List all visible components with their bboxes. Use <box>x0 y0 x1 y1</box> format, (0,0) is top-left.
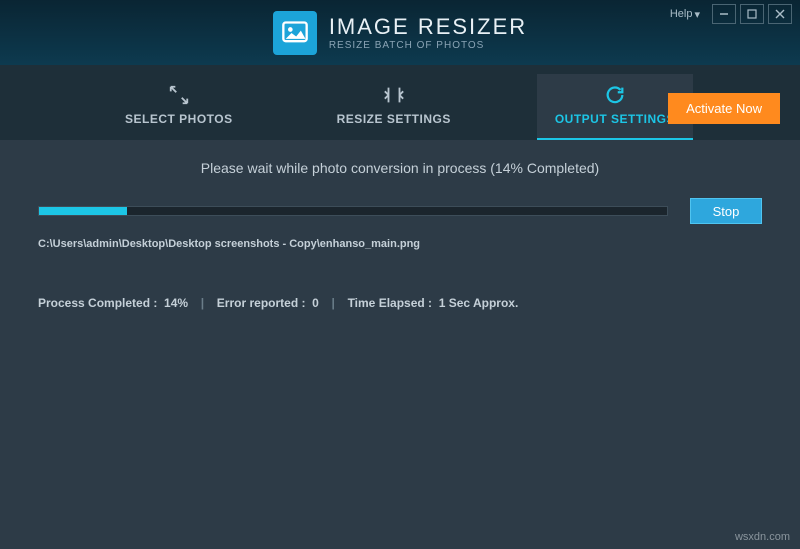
process-completed-value: 14% <box>164 296 188 310</box>
tab-select-photos[interactable]: SELECT PHOTOS <box>107 74 251 140</box>
error-reported-value: 0 <box>312 296 319 310</box>
minimize-icon <box>719 9 729 19</box>
close-icon <box>775 9 785 19</box>
stop-button[interactable]: Stop <box>690 198 762 224</box>
tabs: SELECT PHOTOS RESIZE SETTINGS OUTPUT SET… <box>107 74 693 140</box>
refresh-icon <box>604 84 626 106</box>
time-elapsed-label: Time Elapsed : <box>348 296 432 310</box>
progress-status-text: Please wait while photo conversion in pr… <box>38 160 762 176</box>
error-reported-label: Error reported : <box>217 296 306 310</box>
close-button[interactable] <box>768 4 792 24</box>
tab-label: RESIZE SETTINGS <box>337 112 451 126</box>
tab-label: SELECT PHOTOS <box>125 112 233 126</box>
app-logo <box>273 11 317 55</box>
chevron-down-icon: ▾ <box>694 8 700 21</box>
tab-bar: SELECT PHOTOS RESIZE SETTINGS OUTPUT SET… <box>0 65 800 140</box>
separator: | <box>197 296 207 310</box>
brand-text: IMAGE RESIZER RESIZE BATCH OF PHOTOS <box>329 14 527 51</box>
title-bar: Help ▾ IMAGE RESIZER RESIZE BATCH OF PHO… <box>0 0 800 65</box>
window-controls: Help ▾ <box>670 4 792 24</box>
help-menu[interactable]: Help ▾ <box>670 8 700 21</box>
app-title: IMAGE RESIZER <box>329 14 527 40</box>
main-content: Please wait while photo conversion in pr… <box>0 140 800 310</box>
stats-line: Process Completed : 14% | Error reported… <box>38 296 762 310</box>
tab-resize-settings[interactable]: RESIZE SETTINGS <box>319 74 469 140</box>
process-completed-label: Process Completed : <box>38 296 157 310</box>
expand-arrows-icon <box>168 84 190 106</box>
activate-now-button[interactable]: Activate Now <box>668 93 780 124</box>
image-icon <box>281 19 309 47</box>
progress-bar <box>38 206 668 216</box>
app-tagline: RESIZE BATCH OF PHOTOS <box>329 40 527 51</box>
help-label: Help <box>670 8 693 20</box>
current-file-path: C:\Users\admin\Desktop\Desktop screensho… <box>38 238 762 250</box>
tab-label: OUTPUT SETTINGS <box>555 112 675 126</box>
progress-row: Stop <box>38 198 762 224</box>
time-elapsed-value: 1 Sec Approx. <box>439 296 519 310</box>
minimize-button[interactable] <box>712 4 736 24</box>
maximize-button[interactable] <box>740 4 764 24</box>
separator: | <box>328 296 338 310</box>
progress-fill <box>39 207 127 215</box>
maximize-icon <box>747 9 757 19</box>
resize-width-icon <box>383 84 405 106</box>
brand: IMAGE RESIZER RESIZE BATCH OF PHOTOS <box>273 11 527 55</box>
watermark: wsxdn.com <box>735 531 790 543</box>
